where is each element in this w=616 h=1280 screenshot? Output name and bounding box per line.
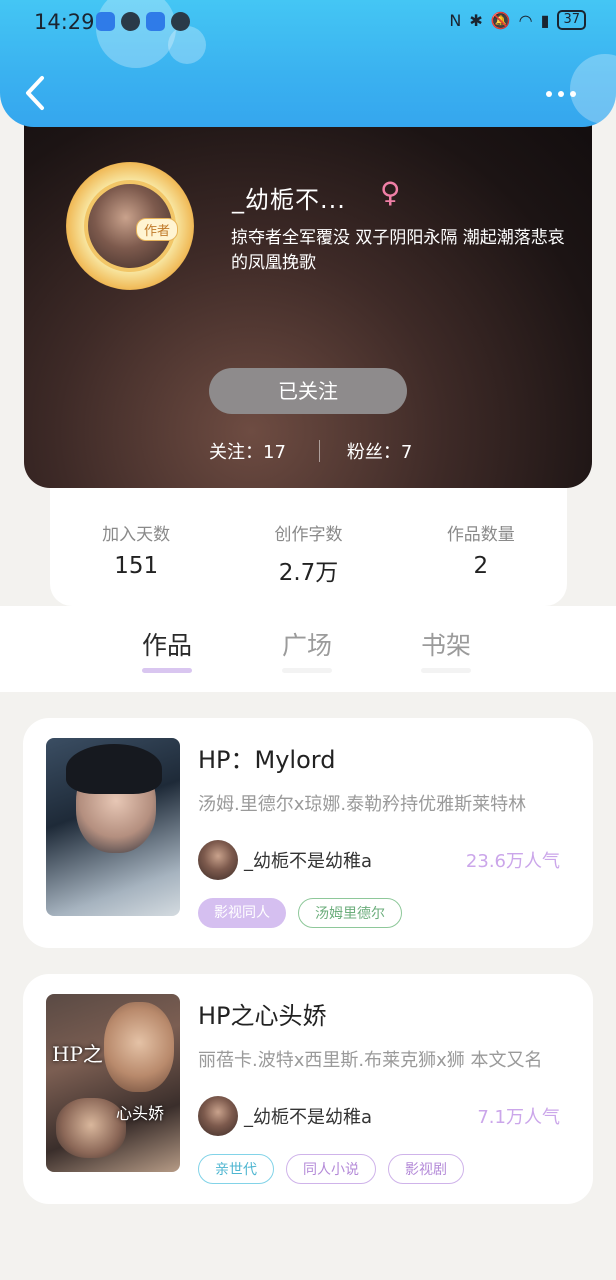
stat-value: 2.7万 <box>278 560 339 586</box>
tab-square[interactable]: 广场 <box>282 626 333 673</box>
tab-indicator <box>421 668 472 673</box>
divider <box>318 440 320 462</box>
book-card[interactable]: HP之 心头娇 HP之心头娇 丽蓓卡.波特x西里斯.布莱克狮x狮 本文又名 _幼… <box>23 974 593 1204</box>
wifi-icon: ◠ <box>518 10 533 30</box>
book-popularity: 23.6万人气 <box>465 851 560 872</box>
chevron-left-icon <box>26 76 44 110</box>
signal-icon: ▮ <box>540 10 550 30</box>
stat-join-days: 加入天数 151 <box>61 520 211 606</box>
decorative-bubble <box>96 0 176 68</box>
stat-label: 加入天数 <box>102 525 171 545</box>
tag[interactable]: 汤姆里德尔 <box>298 898 402 928</box>
tab-works[interactable]: 作品 <box>142 626 193 673</box>
profile-nickname: _幼栀不... <box>232 186 346 214</box>
author-avatar[interactable]: 作者 <box>66 162 194 290</box>
battery-icon: 37 <box>557 10 586 30</box>
author-avatar-small[interactable] <box>198 840 238 880</box>
back-button[interactable] <box>18 72 54 114</box>
cover-hair <box>66 744 162 794</box>
book-title[interactable]: HP之心头娇 <box>198 996 327 1031</box>
tab-indicator <box>282 668 333 673</box>
profile-card: 作者 _幼栀不... ♀ 掠夺者全军覆没 双子阴阳永隔 潮起潮落悲哀的凤凰挽歌 … <box>24 110 592 488</box>
stat-label: 作品数量 <box>446 525 515 545</box>
tag[interactable]: 同人小说 <box>286 1154 376 1184</box>
stat-word-count: 创作字数 2.7万 <box>233 520 383 606</box>
book-tags: 亲世代 同人小说 影视剧 <box>198 1154 464 1184</box>
author-badge: 作者 <box>136 218 179 241</box>
fans-count[interactable]: 粉丝：7 <box>347 438 412 464</box>
book-author-row: _幼栀不是幼稚a 7.1万人气 <box>198 1096 560 1136</box>
more-dots-icon <box>546 91 552 97</box>
stat-label: 创作字数 <box>274 525 343 545</box>
tab-label: 作品 <box>142 631 193 660</box>
wechat-icon <box>121 12 140 31</box>
status-indicators: N ✱ 🔕 ◠ ▮ 37 <box>449 10 586 30</box>
tab-label: 书架 <box>421 631 472 660</box>
tag[interactable]: 亲世代 <box>198 1154 274 1184</box>
book-popularity: 7.1万人气 <box>477 1107 560 1128</box>
book-cover[interactable]: HP之 心头娇 <box>46 994 180 1172</box>
tab-bookshelf[interactable]: 书架 <box>421 626 472 673</box>
author-avatar-small[interactable] <box>198 1096 238 1136</box>
weibo-app-icon <box>146 12 165 31</box>
follow-stats: 关注：17 粉丝：7 <box>209 438 412 464</box>
bluetooth-icon: ✱ <box>469 10 483 30</box>
book-description: 汤姆.里德尔x琼娜.泰勒矜持优雅斯莱特林 <box>198 794 527 815</box>
nfc-icon: N <box>449 10 462 30</box>
message-icon <box>171 12 190 31</box>
stats-card: 加入天数 151 创作字数 2.7万 作品数量 2 <box>50 470 567 606</box>
book-author-row: _幼栀不是幼稚a 23.6万人气 <box>198 840 560 880</box>
shield-app-icon <box>96 12 115 31</box>
book-cover[interactable] <box>46 738 180 916</box>
book-title[interactable]: HP：Mylord <box>198 740 335 775</box>
profile-bio: 掠夺者全军覆没 双子阴阳永隔 潮起潮落悲哀的凤凰挽歌 <box>231 228 565 273</box>
cover-title-bottom: 心头娇 <box>116 1104 165 1123</box>
decorative-bubble <box>168 26 206 64</box>
book-author[interactable]: _幼栀不是幼稚a <box>244 847 372 873</box>
mute-icon: 🔕 <box>490 10 511 30</box>
cover-portrait <box>104 1002 174 1092</box>
stat-works-count: 作品数量 2 <box>406 520 556 606</box>
book-card[interactable]: HP：Mylord 汤姆.里德尔x琼娜.泰勒矜持优雅斯莱特林 _幼栀不是幼稚a … <box>23 718 593 948</box>
book-author[interactable]: _幼栀不是幼稚a <box>244 1103 372 1129</box>
status-time: 14:29 <box>34 10 95 34</box>
tab-bar: 作品 广场 书架 <box>0 606 616 692</box>
stat-value: 2 <box>473 553 489 579</box>
follow-button[interactable]: 已关注 <box>209 368 407 414</box>
cover-title-top: HP之 <box>52 1042 103 1066</box>
following-count[interactable]: 关注：17 <box>209 438 286 464</box>
book-tags: 影视同人 汤姆里德尔 <box>198 898 402 928</box>
female-icon: ♀ <box>380 176 401 209</box>
tab-indicator <box>142 668 193 673</box>
tab-label: 广场 <box>282 631 333 660</box>
more-button[interactable] <box>546 82 586 106</box>
status-app-icons <box>96 12 190 31</box>
tag[interactable]: 影视剧 <box>388 1154 464 1184</box>
stat-value: 151 <box>114 553 159 579</box>
tag[interactable]: 影视同人 <box>198 898 286 928</box>
top-header-bar: 14:29 N ✱ 🔕 ◠ ▮ 37 <box>0 0 616 127</box>
book-description: 丽蓓卡.波特x西里斯.布莱克狮x狮 本文又名 <box>198 1050 543 1071</box>
